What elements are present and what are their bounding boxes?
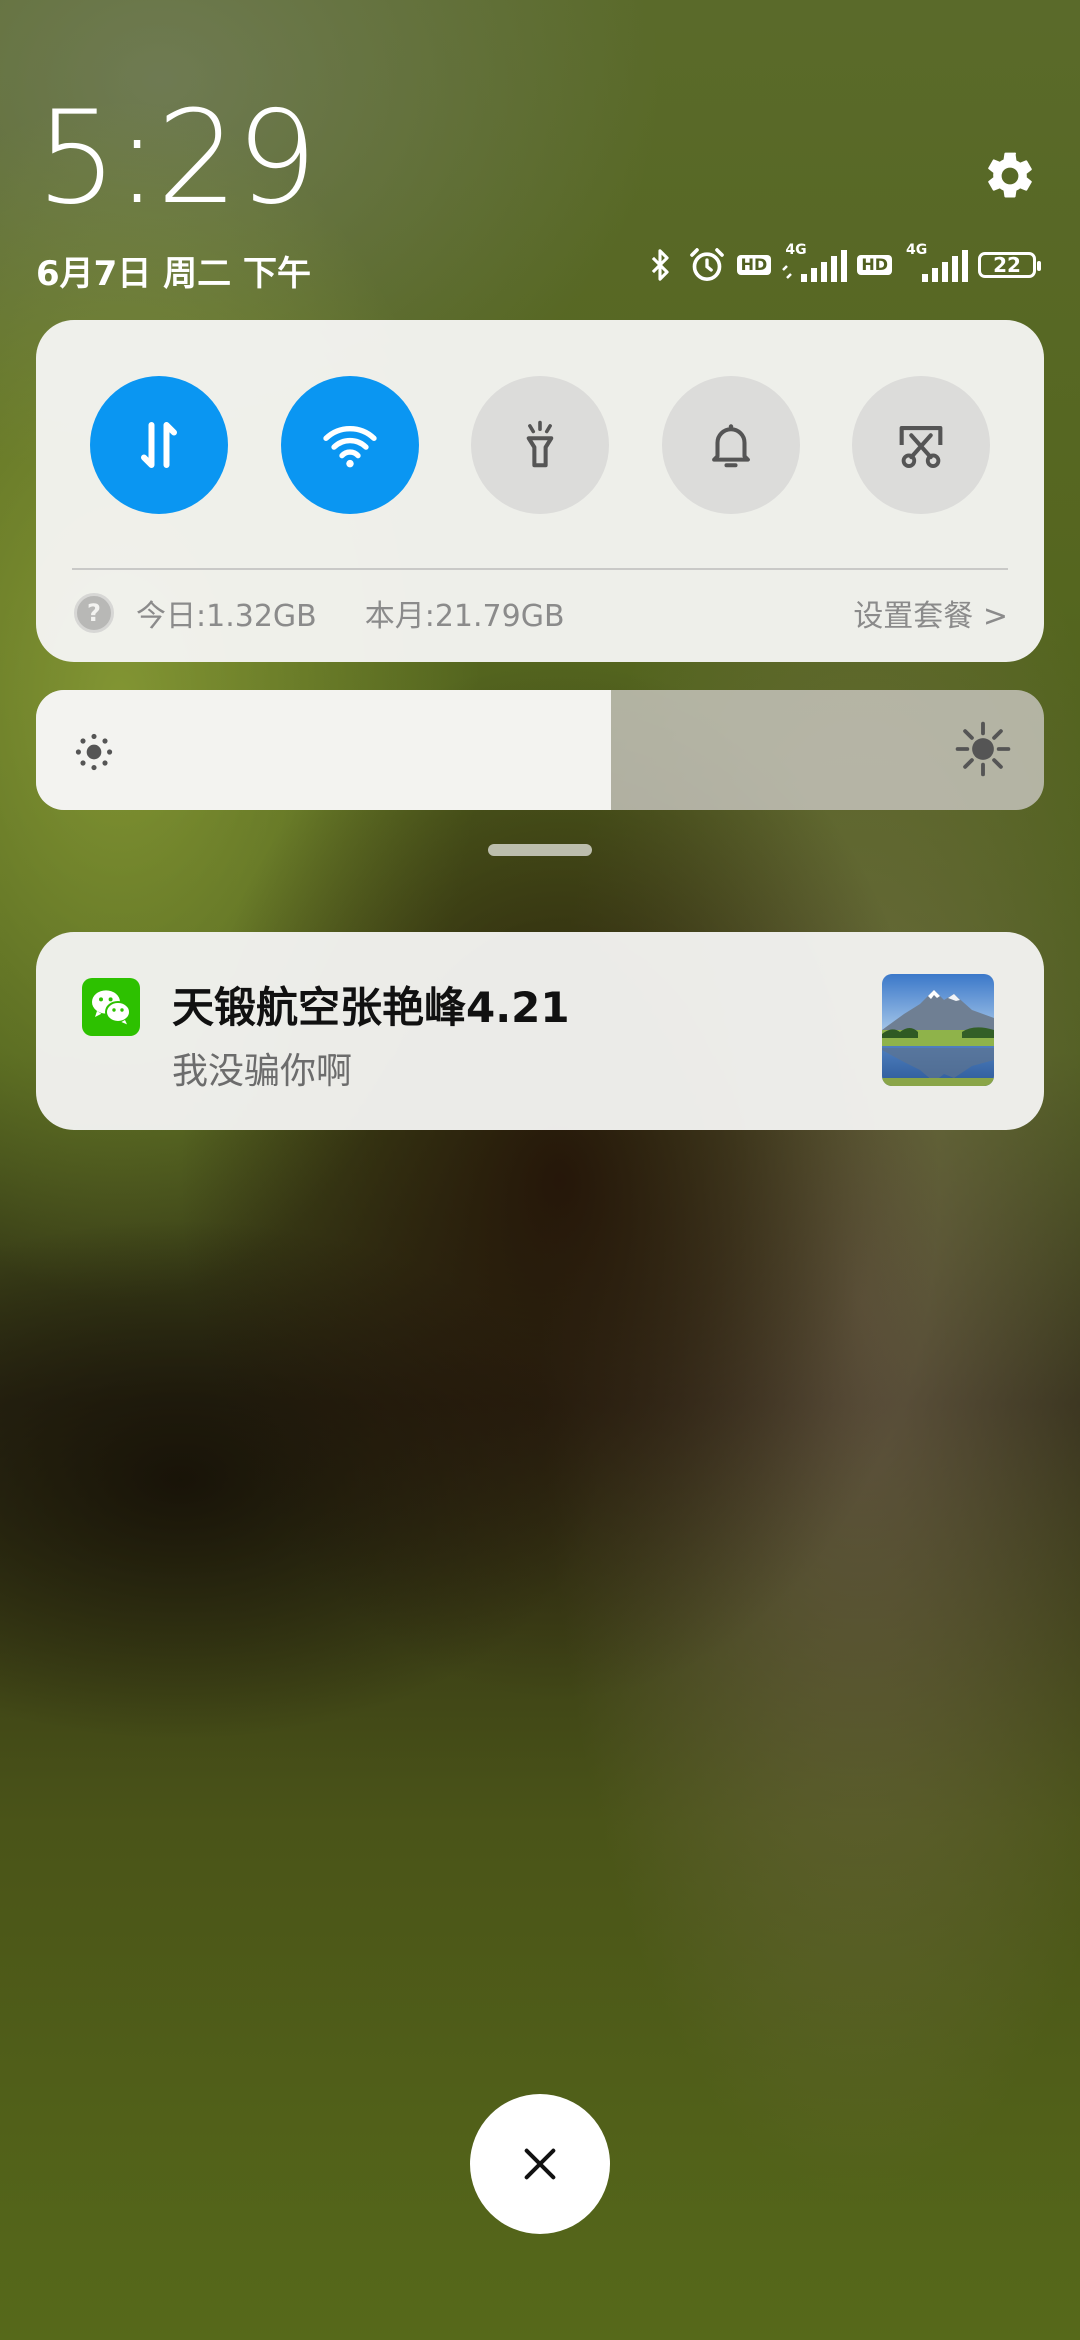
toggle-wifi[interactable] (280, 376, 419, 514)
toggle-flashlight[interactable] (471, 376, 609, 514)
toggle-ringer[interactable] (661, 376, 800, 514)
notification-card[interactable]: 天锻航空张艳峰4.21 我没骗你啊 (36, 932, 1044, 1130)
hd-icon: HD (857, 255, 892, 275)
signal-icon: 4G (902, 242, 968, 282)
bluetooth-icon (651, 249, 669, 281)
close-button[interactable] (470, 2094, 610, 2234)
brightness-high-icon (955, 721, 1011, 777)
brightness-level-fill (36, 690, 611, 810)
wechat-icon (82, 978, 140, 1036)
set-data-plan-link[interactable]: 设置套餐 > (853, 591, 1008, 635)
toggle-mobile-data[interactable] (90, 376, 228, 514)
data-usage-row: ? 今日:1.32GB 本月:21.79GB 设置套餐 > (74, 590, 1008, 636)
help-icon[interactable]: ? (74, 593, 114, 633)
data-usage-today: 今日:1.32GB (136, 599, 317, 634)
brightness-slider[interactable] (36, 690, 1044, 810)
close-icon (524, 2148, 556, 2180)
alarm-icon (689, 248, 724, 281)
divider (72, 568, 1008, 570)
toggle-screenshot[interactable] (852, 376, 990, 514)
network-type-label: 4G (785, 242, 807, 258)
panel-drag-handle[interactable] (488, 844, 592, 856)
notification-body: 我没骗你啊 (172, 1051, 353, 1092)
data-usage-month: 本月:21.79GB (364, 599, 565, 634)
bell-icon (711, 424, 750, 468)
brightness-low-icon (75, 733, 113, 771)
date[interactable]: 6月7日 周二 下午 (36, 246, 311, 295)
battery-icon: 22 (978, 252, 1041, 278)
hd-icon: HD (736, 255, 772, 275)
settings-button[interactable] (980, 146, 1040, 206)
flashlight-icon (526, 420, 554, 468)
quick-toggle-row (90, 376, 990, 514)
data-arrows-icon (141, 422, 177, 468)
quick-settings-card: ? 今日:1.32GB 本月:21.79GB 设置套餐 > (36, 320, 1044, 662)
notification-title: 天锻航空张艳峰4.21 (172, 983, 570, 1032)
network-type-label: 4G (906, 242, 928, 258)
screenshot-scissors-icon (899, 426, 943, 468)
clock[interactable]: 5:29 (36, 95, 317, 223)
wifi-icon (322, 426, 377, 468)
signal-icon: 4G (781, 242, 848, 282)
notification-thumbnail (882, 974, 994, 1086)
status-bar-icons: HD 4G HD 4G 22 (643, 242, 1041, 286)
gear-icon (988, 152, 1032, 198)
